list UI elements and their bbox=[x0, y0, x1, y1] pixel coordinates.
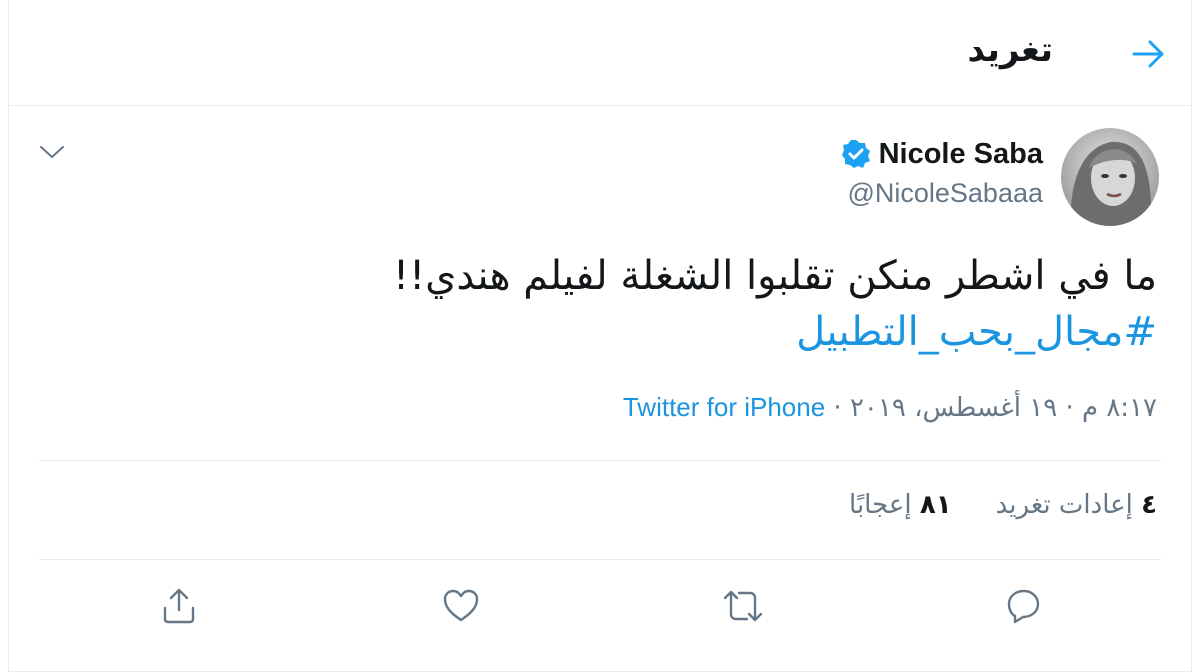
author-name-row[interactable]: Nicole Saba bbox=[841, 134, 1043, 174]
author-handle[interactable]: @NicoleSabaaa bbox=[847, 178, 1043, 209]
share-button[interactable] bbox=[159, 586, 199, 626]
reply-icon bbox=[1007, 589, 1040, 624]
chevron-down-icon bbox=[40, 146, 64, 158]
tweet-source[interactable]: Twitter for iPhone bbox=[623, 392, 825, 422]
back-arrow-icon bbox=[1132, 40, 1164, 68]
divider bbox=[39, 460, 1161, 461]
likes-label: إعجابًا bbox=[849, 490, 912, 520]
verified-badge-icon bbox=[841, 140, 870, 168]
tweet-page: تغريد Nicole Saba @NicoleSabaaa ما في اش… bbox=[8, 0, 1192, 672]
retweets-label: إعادات تغريد bbox=[995, 490, 1133, 520]
retweet-button[interactable] bbox=[721, 586, 763, 626]
likes-stat[interactable]: ٨١ إعجابًا bbox=[849, 490, 952, 520]
page-title: تغريد bbox=[967, 30, 1053, 70]
tweet-text: ما في اشطر منكن تقلبوا الشغلة لفيلم هندي… bbox=[157, 248, 1157, 360]
likes-count: ٨١ bbox=[919, 490, 952, 520]
tweet-timestamp[interactable]: ٨:١٧ م · ١٩ أغسطس، ٢٠١٩ bbox=[850, 393, 1157, 423]
like-button[interactable] bbox=[441, 586, 481, 626]
page-header: تغريد bbox=[9, 0, 1191, 106]
tweet-stats: ٤ إعادات تغريد ٨١ إعجابًا bbox=[849, 490, 1157, 520]
meta-separator: · bbox=[825, 393, 850, 423]
divider bbox=[39, 559, 1161, 560]
tweet-meta: ٨:١٧ م · ١٩ أغسطس، ٢٠١٩ · Twitter for iP… bbox=[623, 392, 1157, 423]
tweet-body: ما في اشطر منكن تقلبوا الشغلة لفيلم هندي… bbox=[393, 253, 1157, 299]
author-name[interactable]: Nicole Saba bbox=[879, 138, 1043, 171]
hashtag-link[interactable]: #مجال_بحب_التطبيل bbox=[157, 304, 1157, 360]
tweet-menu-button[interactable] bbox=[37, 140, 67, 164]
retweet-icon bbox=[723, 590, 763, 622]
retweets-count: ٤ bbox=[1141, 490, 1157, 520]
reply-button[interactable] bbox=[1003, 586, 1043, 626]
share-icon bbox=[163, 588, 195, 624]
retweets-stat[interactable]: ٤ إعادات تغريد bbox=[996, 490, 1157, 520]
avatar[interactable] bbox=[1061, 128, 1159, 226]
like-icon bbox=[443, 589, 479, 622]
back-button[interactable] bbox=[1129, 34, 1169, 74]
